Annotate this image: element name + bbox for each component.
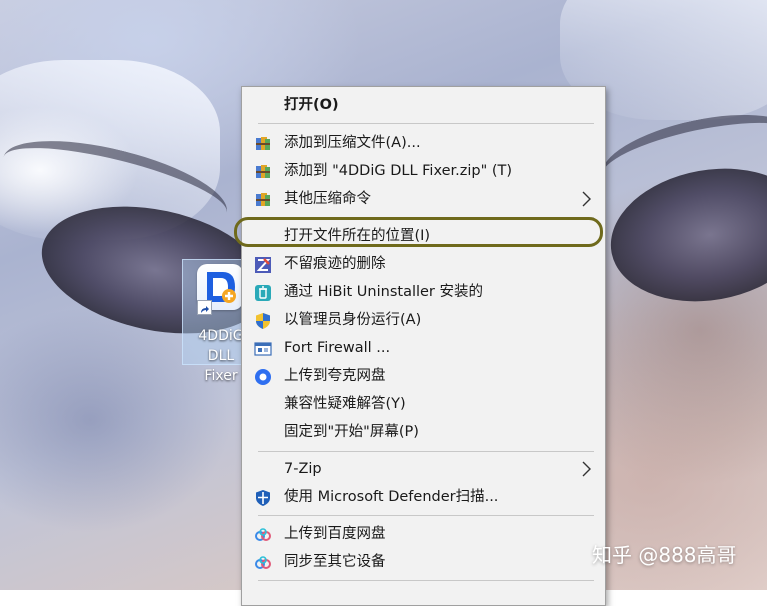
menu-item-label: 同步至其它设备	[284, 554, 386, 570]
uac-shield-icon	[254, 312, 272, 330]
menu-item-label: 添加到压缩文件(A)...	[284, 135, 421, 151]
menu-item-upload-to-baidu[interactable]: 上传到百度网盘	[242, 520, 605, 548]
menu-item-add-to-zip[interactable]: 添加到 "4DDiG DLL Fixer.zip" (T)	[242, 157, 605, 185]
menu-item-label: 不留痕迹的删除	[284, 256, 386, 272]
menu-separator	[258, 580, 594, 581]
menu-item-open-file-location[interactable]: 打开文件所在的位置(I)	[242, 222, 605, 250]
menu-item-label: 以管理员身份运行(A)	[284, 312, 422, 328]
hibit-uninstaller-icon	[254, 284, 272, 302]
menu-separator	[258, 123, 594, 124]
menu-item-fort-firewall[interactable]: Fort Firewall ...	[242, 334, 605, 362]
winrar-archive-icon	[254, 135, 272, 153]
menu-item-add-to-archive[interactable]: 添加到压缩文件(A)...	[242, 129, 605, 157]
menu-item-label: 添加到 "4DDiG DLL Fixer.zip" (T)	[284, 163, 513, 179]
erase-icon	[254, 256, 272, 274]
chevron-right-icon	[579, 460, 593, 478]
menu-separator	[258, 217, 594, 218]
menu-item-label: 使用 Microsoft Defender扫描...	[284, 489, 499, 505]
menu-item-label: 7-Zip	[284, 461, 322, 477]
menu-separator	[258, 515, 594, 516]
chevron-right-icon	[579, 190, 593, 208]
menu-item-label: 固定到"开始"屏幕(P)	[284, 424, 419, 440]
menu-item-other-compress-commands[interactable]: 其他压缩命令	[242, 185, 605, 213]
menu-item-label: 通过 HiBit Uninstaller 安装的	[284, 284, 484, 300]
shortcut-arrow-icon	[197, 300, 212, 315]
menu-item-label: 兼容性疑难解答(Y)	[284, 396, 406, 412]
menu-item-defender-scan[interactable]: 使用 Microsoft Defender扫描...	[242, 483, 605, 511]
menu-item-pin-to-start[interactable]: 固定到"开始"屏幕(P)	[242, 418, 605, 446]
winrar-archive-icon	[254, 163, 272, 181]
baidu-cloud-icon	[254, 554, 272, 572]
menu-item-label: 上传到百度网盘	[284, 526, 386, 542]
zhihu-watermark: 知乎 @888高哥	[592, 543, 737, 567]
menu-item-compatibility-troubleshoot[interactable]: 兼容性疑难解答(Y)	[242, 390, 605, 418]
firewall-icon	[254, 340, 272, 358]
menu-item-label: 打开(O)	[284, 97, 339, 113]
menu-item-sync-to-other-devices[interactable]: 同步至其它设备	[242, 548, 605, 576]
winrar-archive-icon	[254, 191, 272, 209]
quark-cloud-icon	[254, 368, 272, 386]
defender-shield-icon	[254, 489, 272, 507]
menu-item-label: Fort Firewall ...	[284, 340, 391, 356]
menu-separator	[258, 451, 594, 452]
menu-item-label: 其他压缩命令	[284, 191, 371, 207]
menu-item-open[interactable]: 打开(O)	[242, 91, 605, 119]
baidu-cloud-icon	[254, 526, 272, 544]
menu-item-label: 打开文件所在的位置(I)	[284, 228, 431, 244]
menu-item-7zip[interactable]: 7-Zip	[242, 455, 605, 483]
menu-item-hibit-uninstaller[interactable]: 通过 HiBit Uninstaller 安装的	[242, 278, 605, 306]
menu-item-label: 上传到夸克网盘	[284, 368, 386, 384]
menu-item-delete-without-trace[interactable]: 不留痕迹的删除	[242, 250, 605, 278]
context-menu: 打开(O) 添加到压缩文件(A)... 添加到 "4DDiG DLL Fixer…	[234, 86, 606, 606]
menu-item-upload-to-quark[interactable]: 上传到夸克网盘	[242, 362, 605, 390]
menu-item-run-as-administrator[interactable]: 以管理员身份运行(A)	[242, 306, 605, 334]
